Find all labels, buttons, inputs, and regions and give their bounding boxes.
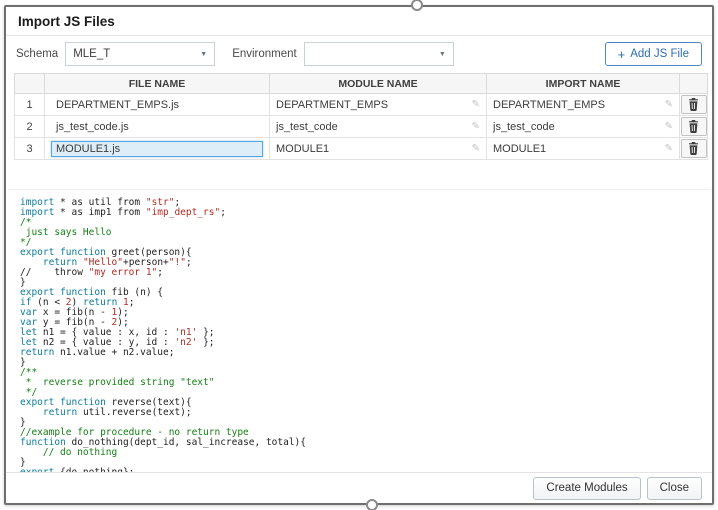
code-line: // do nothing (20, 447, 118, 458)
file-name-input[interactable]: MODULE1.js (51, 140, 263, 157)
code-line: function do_nothing(dept_id, sal_increas… (20, 437, 306, 448)
trash-icon (689, 98, 698, 111)
import-name-cell[interactable]: MODULE1 ✎ (486, 137, 680, 160)
schema-select[interactable]: MLE_T ▼ (65, 42, 216, 66)
module-name-cell[interactable]: MODULE1 ✎ (269, 137, 487, 160)
file-name-cell[interactable]: MODULE1.js (44, 137, 270, 160)
grid-header-row: FILE NAME MODULE NAME IMPORT NAME (14, 73, 708, 94)
code-line: return util.reverse(text); (42, 407, 192, 418)
resize-handle-bottom-icon[interactable] (366, 499, 378, 510)
code-line: import * as imp1 from "imp_dept_rs"; (20, 207, 226, 218)
file-name-cell[interactable]: js_test_code.js (44, 115, 270, 138)
grid-body: 1 DEPARTMENT_EMPS.js DEPARTMENT_EMPS ✎ DEPAR… (14, 93, 708, 160)
dialog-title: Import JS Files (6, 7, 712, 36)
edit-pencil-icon: ✎ (471, 121, 480, 132)
import-name-cell[interactable]: js_test_code ✎ (486, 115, 680, 138)
edit-pencil-icon: ✎ (664, 99, 673, 110)
file-name-cell[interactable]: DEPARTMENT_EMPS.js (44, 93, 270, 116)
edit-pencil-icon: ✎ (664, 121, 673, 132)
import-js-files-dialog: Import JS Files Schema MLE_T ▼ Environme… (4, 0, 714, 510)
chevron-down-icon: ▼ (438, 50, 446, 58)
code-line: /* (20, 217, 32, 228)
file-name-input[interactable]: DEPARTMENT_EMPS.js (51, 97, 263, 113)
close-button[interactable]: Close (646, 476, 702, 500)
plus-icon: + (617, 46, 626, 62)
row-number: 2 (14, 115, 45, 138)
file-name-input[interactable]: js_test_code.js (51, 119, 263, 135)
trash-icon (689, 120, 698, 133)
schema-label: Schema (16, 48, 59, 60)
delete-row-button[interactable] (680, 139, 707, 158)
add-js-file-label: Add JS File (630, 48, 689, 60)
toolbar: Schema MLE_T ▼ Environment ▼ + Add JS Fi… (6, 36, 712, 70)
module-name-cell[interactable]: DEPARTMENT_EMPS ✎ (269, 93, 487, 116)
row-number-header (14, 73, 45, 94)
table-row: 2 js_test_code.js js_test_code ✎ js_test_cod… (14, 115, 708, 138)
edit-pencil-icon: ✎ (664, 143, 673, 154)
chevron-down-icon: ▼ (200, 50, 208, 58)
code-line: just says Hello (20, 227, 112, 238)
row-number: 1 (14, 93, 45, 116)
dialog-footer: Create Modules Close (6, 472, 712, 503)
code-line: // throw "my error 1"; (20, 267, 164, 278)
schema-value: MLE_T (73, 48, 111, 60)
edit-pencil-icon: ✎ (471, 143, 480, 154)
create-modules-button[interactable]: Create Modules (533, 476, 641, 500)
code-line: return n1.value + n2.value; (20, 347, 175, 358)
edit-pencil-icon: ✎ (471, 99, 480, 110)
delete-row-button[interactable] (680, 117, 707, 136)
code-line: * reverse provided string "text" (20, 377, 215, 388)
trash-icon (689, 142, 698, 155)
module-name-cell[interactable]: js_test_code ✎ (269, 115, 487, 138)
file-name-header: FILE NAME (44, 73, 270, 94)
code-editor[interactable]: import * as util from "str"; import * as … (8, 189, 710, 486)
delete-row-button[interactable] (680, 95, 707, 114)
files-grid: FILE NAME MODULE NAME IMPORT NAME 1 DEPAR… (14, 73, 708, 160)
table-row: 3 MODULE1.js MODULE1 ✎ MODULE1 ✎ (14, 137, 708, 160)
add-js-file-button[interactable]: + Add JS File (604, 42, 702, 66)
environment-label: Environment (232, 48, 297, 60)
row-number: 3 (14, 137, 45, 160)
delete-column-header (679, 73, 708, 94)
code-line: } (20, 357, 26, 368)
import-name-header: IMPORT NAME (486, 73, 680, 94)
module-name-header: MODULE NAME (269, 73, 487, 94)
table-row: 1 DEPARTMENT_EMPS.js DEPARTMENT_EMPS ✎ DEPAR… (14, 93, 708, 116)
import-name-cell[interactable]: DEPARTMENT_EMPS ✎ (486, 93, 680, 116)
environment-select[interactable]: ▼ (303, 42, 454, 66)
